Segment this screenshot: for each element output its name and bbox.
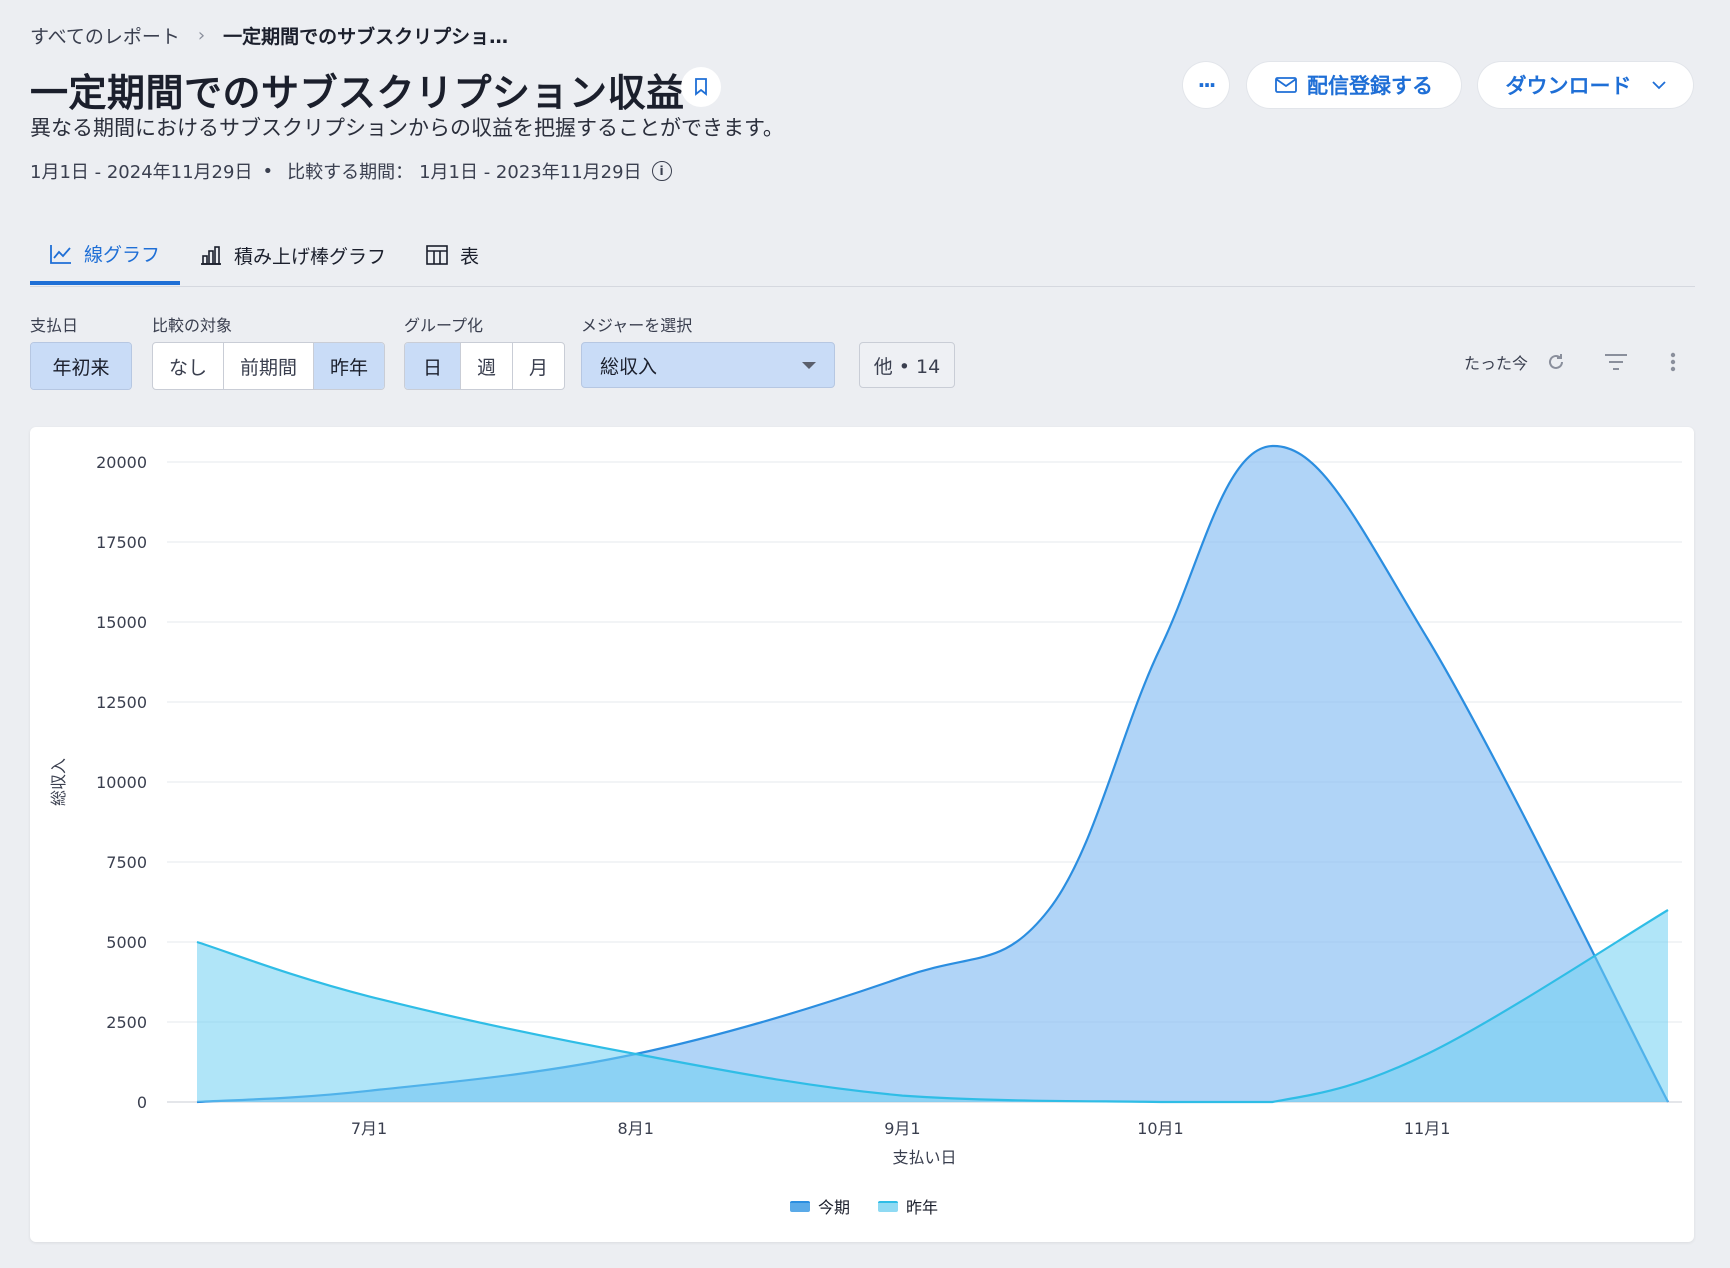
x-tick-label: 10月1 — [1137, 1119, 1184, 1138]
info-icon[interactable]: i — [651, 161, 672, 181]
chevron-down-icon — [1651, 80, 1666, 89]
view-tabs: 線グラフ 積み上げ棒グラフ 表 — [30, 226, 1695, 287]
compare-filter-label: 比較の対象 — [152, 316, 233, 335]
stacked-bar-icon — [201, 246, 222, 265]
x-tick-label: 8月1 — [618, 1119, 654, 1138]
refresh-icon[interactable] — [1546, 352, 1566, 372]
group-option-week[interactable]: 週 — [461, 343, 514, 389]
x-tick-label: 11月1 — [1404, 1119, 1451, 1138]
group-filter-label: グループ化 — [404, 316, 484, 335]
y-tick-label: 2500 — [106, 1013, 147, 1032]
x-tick-label: 7月1 — [351, 1119, 387, 1138]
legend-label-previous: 昨年 — [906, 1198, 939, 1217]
group-option-day[interactable]: 日 — [405, 343, 462, 389]
download-label: ダウンロード — [1505, 74, 1632, 98]
y-tick-label: 7500 — [106, 853, 147, 872]
mail-icon — [1275, 77, 1297, 93]
chevron-right-icon: › — [197, 25, 206, 46]
chart-legend: 今期 昨年 — [790, 1194, 938, 1218]
measure-filter-label: メジャーを選択 — [581, 316, 693, 335]
legend-swatch-current — [790, 1200, 810, 1212]
subscribe-label: 配信登録する — [1307, 74, 1433, 98]
tab-stacked-bar-label: 積み上げ棒グラフ — [234, 245, 387, 268]
y-tick-label: 5000 — [106, 933, 147, 952]
more-actions-button[interactable]: ··· — [1183, 62, 1229, 108]
breadcrumb-current: 一定期間でのサブスクリプショ… — [223, 26, 509, 48]
compare-segmented-control: なし 前期間 昨年 — [152, 342, 386, 390]
legend-label-current: 今期 — [818, 1198, 851, 1217]
separator-dot: • — [262, 160, 274, 182]
legend-swatch-previous — [878, 1200, 899, 1212]
y-axis-label: 総収入 — [49, 758, 68, 806]
group-segmented-control: 日 週 月 — [404, 342, 566, 390]
chart-card: 0 2500 5000 7500 10000 12500 15000 17500 20000 7月… — [30, 427, 1694, 1242]
page-title: 一定期間でのサブスクリプション収益 — [30, 71, 685, 115]
payment-date-picker[interactable]: 年初来 — [30, 342, 132, 390]
compare-label: 比較する期間： — [287, 162, 414, 183]
tab-table-label: 表 — [460, 245, 480, 268]
series-current-area — [197, 445, 1668, 1102]
legend-item-current[interactable]: 今期 — [790, 1194, 850, 1218]
breadcrumb-root-link[interactable]: すべてのレポート — [30, 22, 180, 49]
download-button[interactable]: ダウンロード — [1478, 62, 1693, 108]
compare-option-none[interactable]: なし — [153, 343, 225, 389]
area-chart: 0 2500 5000 7500 10000 12500 15000 17500 20000 7月… — [49, 444, 1682, 1167]
x-tick-label: 9月1 — [884, 1119, 920, 1138]
x-axis-label: 支払い日 — [892, 1148, 956, 1167]
filter-icon[interactable] — [1604, 353, 1628, 371]
payment-date-label: 支払日 — [30, 316, 79, 335]
table-icon — [426, 245, 448, 265]
date-range-info: 1月1日 - 2024年11月29日 • 比較する期間： 1月1日 - 2023… — [30, 158, 672, 184]
y-tick-label: 15000 — [96, 613, 147, 632]
legend-item-previous[interactable]: 昨年 — [878, 1194, 938, 1218]
payment-date-value: 年初来 — [31, 343, 131, 389]
subscribe-button[interactable]: 配信登録する — [1247, 62, 1461, 108]
tab-stacked-bar[interactable]: 積み上げ棒グラフ — [180, 226, 406, 284]
y-tick-label: 20000 — [96, 453, 147, 472]
other-filters-button[interactable]: 他 • 14 — [859, 342, 955, 388]
more-dots-icon: ··· — [1197, 73, 1217, 97]
y-tick-label: 12500 — [96, 693, 147, 712]
chart-toolbar: たった今 — [1464, 350, 1676, 374]
last-updated-text: たった今 — [1464, 354, 1529, 373]
measure-select-value: 総収入 — [600, 355, 658, 378]
compare-option-last-year[interactable]: 昨年 — [314, 343, 385, 389]
caret-down-icon — [802, 361, 816, 369]
group-option-month[interactable]: 月 — [513, 343, 564, 389]
line-chart-icon — [50, 244, 71, 264]
vertical-dots-icon[interactable] — [1670, 352, 1676, 372]
breadcrumb: すべてのレポート › 一定期間でのサブスクリプショ… — [30, 22, 508, 49]
page-subtitle: 異なる期間におけるサブスクリプションからの収益を把握することができます。 — [30, 116, 784, 140]
tab-line-chart-label: 線グラフ — [84, 244, 161, 266]
compare-option-previous-period[interactable]: 前期間 — [224, 343, 315, 389]
y-tick-label: 0 — [137, 1093, 147, 1112]
period-text: 1月1日 - 2024年11月29日 — [30, 162, 253, 183]
bookmark-icon — [695, 78, 707, 96]
bookmark-button[interactable] — [681, 67, 721, 107]
y-tick-label: 17500 — [96, 533, 147, 552]
tab-table[interactable]: 表 — [406, 226, 499, 284]
y-tick-label: 10000 — [96, 773, 147, 792]
compare-period-text: 1月1日 - 2023年11月29日 — [419, 162, 642, 183]
tab-line-chart[interactable]: 線グラフ — [30, 226, 181, 285]
measure-select[interactable]: 総収入 — [581, 342, 835, 388]
